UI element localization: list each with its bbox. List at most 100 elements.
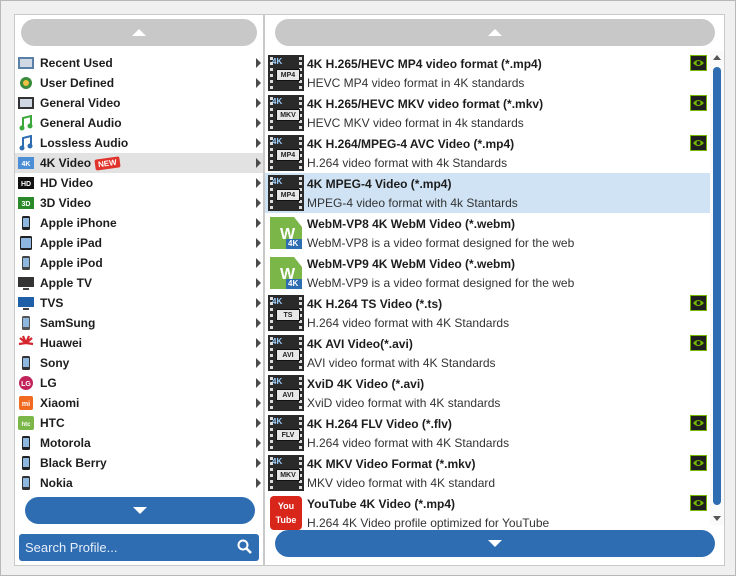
- category-item[interactable]: mi Xiaomi: [15, 393, 263, 413]
- category-item[interactable]: Recent Used: [15, 53, 263, 73]
- category-item[interactable]: Sony: [15, 353, 263, 373]
- category-item[interactable]: Nokia: [15, 473, 263, 493]
- category-item[interactable]: Lossless Audio: [15, 133, 263, 153]
- format-item[interactable]: 4K MKV 4K MKV Video Format (*.mkv) MKV vide…: [265, 453, 711, 493]
- chevron-right-icon: [256, 118, 261, 128]
- format-item[interactable]: 4K MP4 4K H.264/MPEG-4 AVC Video (*.mp4) H.…: [265, 133, 711, 173]
- format-tag: FLV: [276, 429, 300, 441]
- category-label: General Audio: [40, 116, 122, 130]
- category-item[interactable]: 4K 4K Video NEW: [15, 153, 263, 173]
- format-item[interactable]: 4K FLV 4K H.264 FLV Video (*.flv) H.264 vid…: [265, 413, 711, 453]
- tv-icon: [17, 295, 35, 311]
- category-item[interactable]: Huawei: [15, 333, 263, 353]
- chevron-right-icon: [256, 478, 261, 488]
- category-item[interactable]: SamSung: [15, 313, 263, 333]
- category-item[interactable]: Motorola: [15, 433, 263, 453]
- category-item[interactable]: Apple TV: [15, 273, 263, 293]
- format-tag: AVI: [276, 389, 300, 401]
- arrow-up-icon: [132, 29, 146, 36]
- cuda-acceleration-icon: [690, 335, 707, 351]
- format-description: MKV video format with 4K standard: [307, 476, 496, 490]
- film-format-icon: 4K FLV: [268, 415, 304, 451]
- format-item[interactable]: 4K MKV 4K H.265/HEVC MKV video format (*.m…: [265, 93, 711, 133]
- webm-format-icon: W 4K: [268, 215, 304, 251]
- sony-icon: [17, 355, 35, 371]
- category-label: Huawei: [40, 336, 83, 350]
- category-label: Motorola: [40, 436, 91, 450]
- format-tag: AVI: [276, 349, 300, 361]
- format-tag: 4K: [288, 239, 299, 248]
- profile-selector-window: Recent Used User Defined General Video Gene…: [0, 0, 736, 576]
- category-label: Apple TV: [40, 276, 93, 290]
- 4k-video-icon: 4K: [17, 155, 35, 171]
- category-label: Black Berry: [40, 456, 107, 470]
- format-title: 4K MKV Video Format (*.mkv): [307, 457, 476, 471]
- format-panel: 4K MP4 4K H.265/HEVC MP4 video format (*.m…: [264, 14, 725, 566]
- format-scroll-up-button[interactable]: [275, 19, 715, 46]
- format-item[interactable]: 4K AVI XviD 4K Video (*.avi) XviD video for…: [265, 373, 711, 413]
- format-description: HEVC MP4 video format in 4K standards: [307, 76, 525, 90]
- nokia-icon: [17, 475, 35, 491]
- category-item[interactable]: Apple iPod: [15, 253, 263, 273]
- category-scroll-down-button[interactable]: [25, 497, 255, 524]
- film-format-icon: 4K AVI: [268, 335, 304, 371]
- category-scroll-up-button[interactable]: [21, 19, 257, 46]
- format-tag: You Tube: [270, 496, 302, 530]
- format-scrollbar[interactable]: [710, 51, 724, 525]
- chevron-right-icon: [256, 218, 261, 228]
- format-item[interactable]: 4K MP4 4K H.265/HEVC MP4 video format (*.m…: [265, 53, 711, 93]
- svg-text:HD: HD: [21, 181, 31, 188]
- film-format-icon: 4K MP4: [268, 135, 304, 171]
- category-list: Recent Used User Defined General Video Gene…: [15, 53, 263, 493]
- huawei-icon: [17, 335, 35, 351]
- format-item[interactable]: 4K AVI 4K AVI Video(*.avi) AVI video format…: [265, 333, 711, 373]
- svg-text:htc: htc: [22, 422, 32, 428]
- format-description: WebM-VP9 is a video format designed for …: [307, 276, 575, 290]
- scroll-down-arrow-icon[interactable]: [713, 516, 721, 521]
- blackberry-icon: [17, 455, 35, 471]
- category-item[interactable]: Black Berry: [15, 453, 263, 473]
- category-item[interactable]: User Defined: [15, 73, 263, 93]
- search-profile-input[interactable]: [25, 540, 225, 555]
- cuda-acceleration-icon: [690, 55, 707, 71]
- category-item[interactable]: Apple iPhone: [15, 213, 263, 233]
- format-title: 4K H.264 TS Video (*.ts): [307, 297, 443, 311]
- format-scroll-down-button[interactable]: [275, 530, 715, 557]
- category-label: Nokia: [40, 476, 73, 490]
- chevron-right-icon: [256, 178, 261, 188]
- chevron-right-icon: [256, 198, 261, 208]
- search-icon[interactable]: [237, 539, 253, 555]
- category-item[interactable]: General Video: [15, 93, 263, 113]
- htc-icon: htc: [17, 415, 35, 431]
- format-title: YouTube 4K Video (*.mp4): [307, 497, 456, 511]
- scroll-up-arrow-icon[interactable]: [713, 55, 721, 60]
- category-item[interactable]: HD HD Video: [15, 173, 263, 193]
- format-item[interactable]: 4K TS 4K H.264 TS Video (*.ts) H.264 video …: [265, 293, 711, 333]
- category-label: General Video: [40, 96, 121, 110]
- format-item[interactable]: 4K MP4 4K MPEG-4 Video (*.mp4) MPEG-4 video…: [265, 173, 711, 213]
- search-profile-box: [19, 534, 259, 561]
- ipod-icon: [17, 255, 35, 271]
- format-item[interactable]: W 4K WebM-VP8 4K WebM Video (*.webm) WebM-V…: [265, 213, 711, 253]
- category-item[interactable]: htc HTC: [15, 413, 263, 433]
- format-item[interactable]: W 4K WebM-VP9 4K WebM Video (*.webm) WebM-V…: [265, 253, 711, 293]
- chevron-right-icon: [256, 398, 261, 408]
- format-description: MPEG-4 video format with 4k Stantards: [307, 196, 518, 210]
- category-item[interactable]: 3D 3D Video: [15, 193, 263, 213]
- category-item[interactable]: LG LG: [15, 373, 263, 393]
- category-item[interactable]: Apple iPad: [15, 233, 263, 253]
- svg-text:LG: LG: [21, 381, 31, 388]
- format-title: WebM-VP9 4K WebM Video (*.webm): [307, 257, 516, 271]
- general-video-icon: [17, 95, 35, 111]
- scrollbar-thumb[interactable]: [713, 67, 721, 505]
- chevron-right-icon: [256, 98, 261, 108]
- cuda-acceleration-icon: [690, 95, 707, 111]
- arrow-down-icon: [488, 540, 502, 547]
- format-title: WebM-VP8 4K WebM Video (*.webm): [307, 217, 516, 231]
- chevron-right-icon: [256, 458, 261, 468]
- category-item[interactable]: TVS: [15, 293, 263, 313]
- xiaomi-icon: mi: [17, 395, 35, 411]
- format-item[interactable]: You Tube YouTube 4K Video (*.mp4) H.264 4K…: [265, 493, 711, 533]
- category-item[interactable]: General Audio: [15, 113, 263, 133]
- hd-video-icon: HD: [17, 175, 35, 191]
